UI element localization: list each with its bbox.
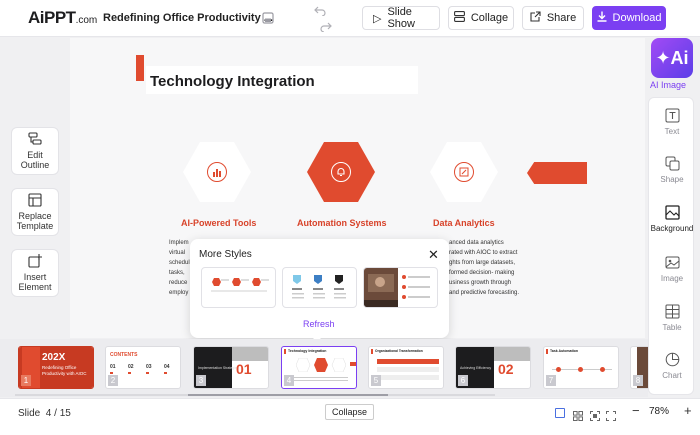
insert-icon	[28, 254, 42, 268]
slide-thumbnail-6[interactable]: Achieving Efficiency 02 6	[455, 346, 531, 389]
refresh-button[interactable]: Refresh	[303, 319, 335, 329]
feature-text-right[interactable]: anced data analytics rated with AIOC to …	[449, 238, 519, 298]
ai-image-label: AI Image	[650, 80, 687, 90]
title-accent-bar	[136, 55, 144, 81]
share-button[interactable]: Share	[522, 6, 584, 30]
fit-screen-icon[interactable]	[590, 408, 600, 426]
thumb-head: Task Automation	[550, 349, 579, 353]
thumb-caption: Achieving Efficiency	[460, 366, 492, 370]
zoom-out-button[interactable]: −	[632, 403, 640, 418]
logo-text: AiPPT	[28, 8, 76, 27]
download-button[interactable]: Download	[592, 6, 666, 30]
shape-tool[interactable]: Shape	[649, 156, 695, 184]
zoom-in-button[interactable]: +	[684, 403, 692, 418]
thumb-head: Organizational Transformation	[375, 349, 423, 353]
collage-button[interactable]: Collage	[448, 6, 514, 30]
collapse-button[interactable]: Collapse	[325, 404, 375, 420]
zoom-level: 78%	[649, 406, 670, 417]
more-styles-popup: More Styles ✕ Refresh	[190, 239, 449, 338]
image-icon	[665, 256, 679, 269]
normal-view-icon[interactable]	[555, 408, 565, 418]
document-title[interactable]: Redefining Office Productivity ...	[103, 12, 273, 24]
slide-thumbnail-4[interactable]: Technology Integration 4	[281, 346, 357, 389]
feature-label-1[interactable]: AI-Powered Tools	[181, 218, 256, 228]
play-icon: ▷	[373, 12, 382, 25]
thumb-big-text: 02	[498, 361, 514, 377]
text-tool[interactable]: Text	[649, 108, 695, 136]
thumb-number: 7	[546, 375, 556, 386]
table-icon	[665, 304, 679, 319]
grid-view-icon[interactable]	[573, 408, 583, 426]
background-tool[interactable]: Background	[649, 205, 695, 233]
redo-icon[interactable]	[320, 22, 332, 34]
feature-label-3[interactable]: Data Analytics	[433, 218, 495, 228]
logo-domain: .com	[75, 15, 98, 26]
feature-text-left[interactable]: Implem virtual schedul tasks, reduce emp…	[169, 238, 190, 298]
style-preview-3	[364, 268, 430, 307]
replace-template-button[interactable]: Replace Template	[11, 188, 59, 236]
slide-counter: Slide 4 / 15	[18, 408, 71, 419]
shape-icon	[665, 156, 679, 171]
style-preview-2	[292, 275, 346, 299]
thumb-big-text: 202X	[42, 352, 66, 363]
download-icon	[597, 11, 607, 25]
thumb-sub-text: Redefining Office Productivity with AIOC	[42, 365, 87, 376]
outline-icon	[28, 132, 42, 145]
edit-icon	[454, 162, 474, 182]
background-icon	[664, 205, 680, 220]
style-option-2[interactable]	[282, 267, 357, 308]
thumb-head: CONTENTS	[110, 352, 138, 358]
thumb-number: 3	[196, 375, 206, 386]
slide-title[interactable]: Technology Integration	[150, 73, 315, 90]
thumb-number: 4	[284, 375, 294, 386]
app-logo[interactable]: AiPPT.com	[28, 8, 97, 28]
thumb-number: 6	[458, 375, 468, 386]
bell-icon	[331, 162, 351, 182]
ai-sparkle-icon: ✦Ai	[655, 47, 689, 68]
fullscreen-icon[interactable]	[606, 408, 616, 426]
chart-icon	[207, 162, 227, 182]
undo-icon[interactable]	[314, 6, 326, 18]
slide-thumbnail-8[interactable]: 8	[630, 346, 648, 389]
thumb-head: Technology Integration	[288, 349, 327, 353]
close-icon[interactable]: ✕	[428, 247, 439, 263]
style-preview-1	[211, 278, 269, 292]
thumb-big-text: 01	[236, 361, 252, 377]
table-tool[interactable]: Table	[649, 304, 695, 332]
chart-icon	[665, 352, 679, 367]
slide-thumbnail-7[interactable]: Task Automation 7	[543, 346, 619, 389]
red-arrow-tag	[527, 162, 587, 184]
slideshow-button[interactable]: ▷ Slide Show	[362, 6, 440, 30]
edit-outline-button[interactable]: Edit Outline	[11, 127, 59, 175]
slide-thumbnail-1[interactable]: 202X Redefining Office Productivity with…	[18, 346, 94, 389]
share-icon	[530, 11, 541, 25]
popup-title: More Styles	[199, 249, 252, 260]
thumb-number: 2	[108, 375, 118, 386]
ai-image-button[interactable]: ✦Ai	[651, 38, 693, 78]
thumb-hex-row	[296, 358, 346, 372]
top-toolbar: AiPPT.com Redefining Office Productivity…	[0, 0, 700, 37]
style-option-3[interactable]	[363, 267, 438, 308]
right-tool-panel: Text Shape Background Image Table Chart	[648, 97, 694, 395]
slide-thumbnail-5[interactable]: Organizational Transformation 5	[368, 346, 444, 389]
text-icon	[665, 108, 679, 123]
chart-tool[interactable]: Chart	[649, 352, 695, 380]
collage-icon	[453, 11, 465, 25]
thumb-number: 8	[633, 375, 643, 386]
slide-thumbnail-3[interactable]: Implementation Strategies 01 3	[193, 346, 269, 389]
save-icon[interactable]	[262, 12, 274, 26]
thumb-caption: Implementation Strategies	[198, 366, 239, 370]
insert-element-button[interactable]: Insert Element	[11, 249, 59, 297]
filmstrip-scroll-thumb[interactable]	[188, 394, 388, 396]
thumb-number: 5	[371, 375, 381, 386]
feature-label-2[interactable]: Automation Systems	[297, 218, 387, 228]
template-icon	[28, 193, 42, 207]
slide-thumbnail-2[interactable]: CONTENTS 01 02 03 04 2	[105, 346, 181, 389]
image-tool[interactable]: Image	[649, 255, 695, 283]
thumb-number: 1	[21, 375, 31, 386]
style-option-1[interactable]	[201, 267, 276, 308]
